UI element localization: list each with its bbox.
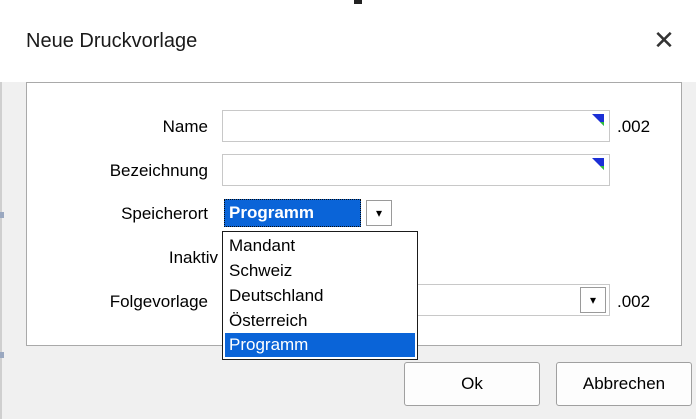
- dropdown-option-schweiz[interactable]: Schweiz: [225, 259, 415, 283]
- ok-button[interactable]: Ok: [404, 362, 540, 406]
- cancel-button[interactable]: Abbrechen: [556, 362, 692, 406]
- name-suffix: .002: [617, 117, 651, 136]
- name-label: Name: [162, 117, 208, 136]
- bezeichnung-label: Bezeichnung: [109, 161, 208, 180]
- speicherort-label: Speicherort: [121, 204, 208, 223]
- dialog-window: Neue Druckvorlage ✕ Name .002 Bezeichnun…: [0, 0, 696, 419]
- inaktiv-label: Inaktiv: [168, 248, 218, 267]
- window-edge-tick: [0, 352, 4, 358]
- title-bar: Neue Druckvorlage ✕: [0, 0, 696, 82]
- dropdown-option-mandant[interactable]: Mandant: [225, 234, 415, 258]
- bezeichnung-marker-green-icon: [600, 166, 604, 170]
- folgevorlage-label: Folgevorlage: [109, 292, 208, 311]
- dropdown-option-programm[interactable]: Programm: [225, 333, 415, 357]
- close-icon[interactable]: ✕: [646, 22, 682, 58]
- dropdown-option-oesterreich[interactable]: Österreich: [225, 309, 415, 333]
- folgevorlage-chevron-down-icon[interactable]: ▾: [580, 287, 606, 313]
- speicherort-dropdown-list: Mandant Schweiz Deutschland Österreich P…: [222, 231, 418, 360]
- name-marker-green-icon: [600, 122, 604, 126]
- dialog-title: Neue Druckvorlage: [26, 30, 198, 52]
- speicherort-combo[interactable]: Programm: [224, 199, 361, 227]
- top-edge-mark: [354, 0, 362, 4]
- chevron-down-icon[interactable]: ▾: [366, 200, 392, 226]
- dropdown-option-deutschland[interactable]: Deutschland: [225, 284, 415, 308]
- bezeichnung-input[interactable]: [222, 154, 610, 186]
- window-edge-tick: [0, 212, 4, 218]
- name-input[interactable]: [222, 110, 610, 142]
- folgevorlage-suffix: .002: [617, 292, 651, 311]
